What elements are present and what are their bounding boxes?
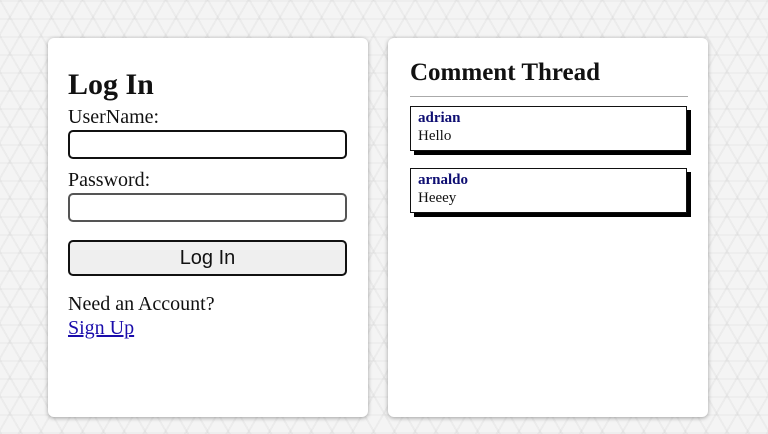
- comment-author: arnaldo: [418, 172, 469, 188]
- comment-text: Hello: [418, 128, 452, 144]
- comment-author: adrian: [418, 110, 461, 126]
- comment-text: Heeey: [418, 190, 457, 206]
- comment-item: arnaldo Heeey: [410, 168, 687, 213]
- comment-list: adrian Hello arnaldo Heeey: [410, 106, 688, 213]
- username-input[interactable]: [68, 130, 347, 159]
- signup-link[interactable]: Sign Up: [68, 317, 134, 339]
- password-input[interactable]: [68, 193, 347, 222]
- login-title: Log In: [68, 68, 154, 101]
- username-label: UserName:: [68, 106, 160, 128]
- signup-prompt: Need an Account?: [68, 293, 215, 315]
- comment-thread-panel: Comment Thread adrian Hello arnaldo Heee…: [388, 38, 708, 417]
- login-panel: Log In UserName: Password: Log In Need a…: [48, 38, 368, 417]
- password-label: Password:: [68, 169, 151, 191]
- login-button[interactable]: Log In: [68, 240, 347, 276]
- comment-item: adrian Hello: [410, 106, 687, 151]
- thread-title: Comment Thread: [410, 58, 688, 97]
